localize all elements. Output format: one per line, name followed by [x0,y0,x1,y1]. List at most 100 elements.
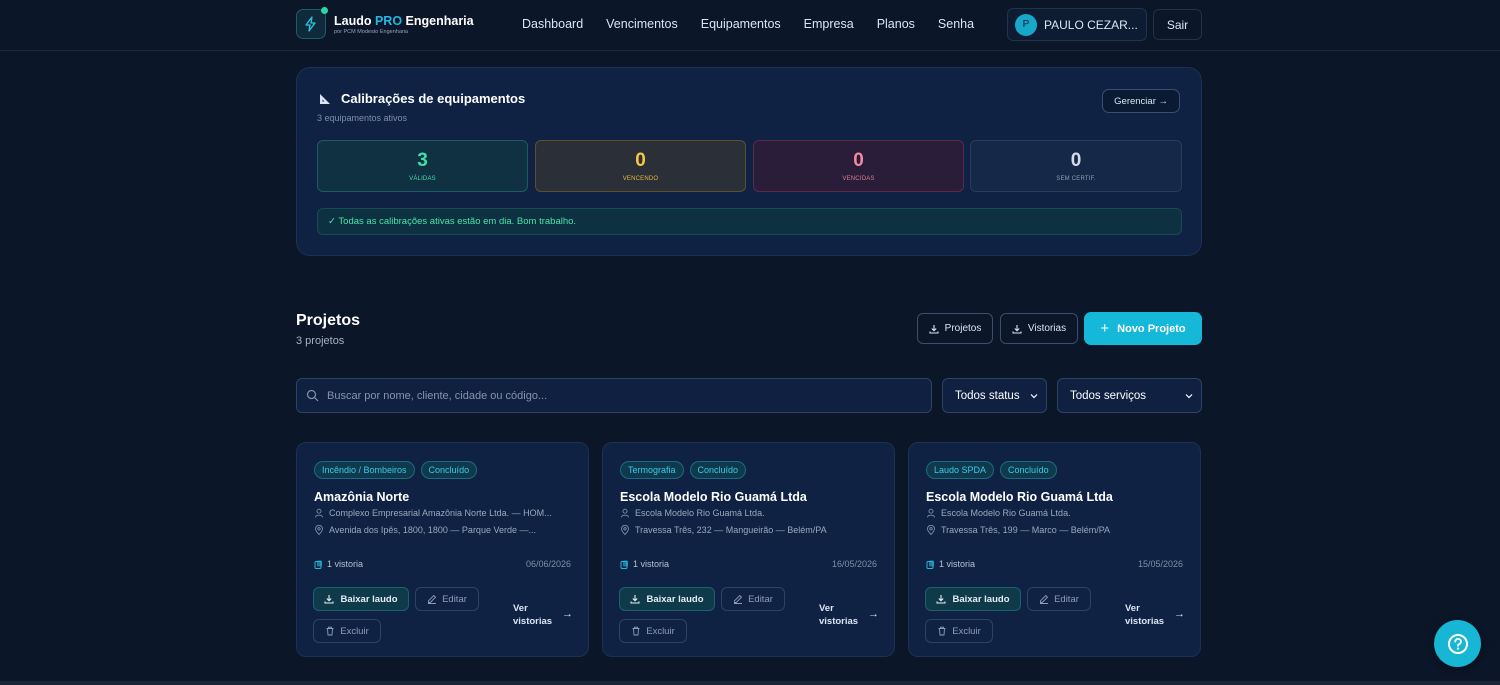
download-report-button[interactable]: Baixar laudo [313,587,409,611]
project-client: Complexo Empresarial Amazônia Norte Ltda… [314,508,574,518]
stat-no-cert: 0 SEM CERTIF. [970,140,1182,192]
nav-vencimentos[interactable]: Vencimentos [606,17,678,31]
arrow-right-icon: → [868,608,879,620]
search-box [296,378,932,413]
edit-icon [1040,594,1049,604]
brand-title: Laudo PRO Engenharia [334,13,474,28]
user-menu[interactable]: P PAULO CEZAR... [1007,8,1147,41]
project-card[interactable]: Incêndio / Bombeiros Concluído Amazônia … [296,442,589,657]
chevron-down-icon [1030,393,1038,398]
status-badge: Concluído [1000,461,1057,479]
stat-no-cert-value: 0 [1070,150,1082,171]
search-icon [306,389,319,402]
service-filter-select[interactable]: Todos serviços [1057,378,1202,413]
service-tag: Termografia [620,461,684,479]
map-pin-icon [315,525,323,535]
clipboard-icon [314,560,322,569]
view-inspections-link[interactable]: Ver vistorias → [513,602,575,628]
help-button[interactable] [1434,620,1481,667]
project-card[interactable]: Termografia Concluído Escola Modelo Rio … [602,442,895,657]
stat-valid-value: 3 [417,150,428,171]
brand[interactable]: Laudo PRO Engenharia por PCM Modesto Eng… [296,7,474,39]
project-card[interactable]: Laudo SPDA Concluído Escola Modelo Rio G… [908,442,1201,657]
trash-icon [938,626,946,636]
trash-icon [326,626,334,636]
stat-overdue: 0 VENCIDAS [753,140,964,192]
view-inspections-link[interactable]: Ver vistorias → [1125,602,1187,628]
top-navbar: Laudo PRO Engenharia por PCM Modesto Eng… [0,0,1500,51]
user-icon [315,508,323,518]
project-title: Escola Modelo Rio Guamá Ltda [620,490,807,504]
download-icon [324,595,335,604]
download-icon [630,595,641,604]
projects-count: 3 projetos [296,335,345,347]
stat-due-label: VENCENDO [622,176,659,182]
service-filter-value: Todos serviços [1070,389,1147,402]
inspection-count: 1 vistoria [314,559,363,569]
calibration-panel: Calibrações de equipamentos 3 equipament… [296,67,1202,256]
clipboard-icon [926,560,934,569]
stat-valid-label: VÁLIDAS [409,176,436,182]
user-icon [927,508,935,518]
arrow-right-icon: → [1174,608,1185,620]
nav-dashboard[interactable]: Dashboard [522,17,583,31]
project-date: 16/05/2026 [831,559,877,569]
bottom-edge [0,681,1500,685]
export-projects-button[interactable]: Projetos [917,313,993,344]
user-name: PAULO CEZAR... [1044,17,1138,32]
edit-button[interactable]: Editar [1027,587,1091,611]
project-date: 06/06/2026 [525,559,571,569]
project-address: Avenida dos Ipês, 1800, 1800 — Parque Ve… [314,525,574,535]
project-title: Amazônia Norte [314,490,410,504]
nav-empresa[interactable]: Empresa [804,17,854,31]
lightning-logo-icon [296,7,328,39]
clipboard-icon [620,560,628,569]
help-question-icon [1447,633,1468,654]
export-inspections-label: Vistorias [1027,323,1067,334]
nav-equipamentos[interactable]: Equipamentos [701,17,781,31]
projects-title: Projetos [296,312,361,329]
delete-button[interactable]: Excluir [313,619,381,643]
edit-button[interactable]: Editar [721,587,785,611]
trash-icon [632,626,640,636]
map-pin-icon [927,525,935,535]
calibration-title: Calibrações de equipamentos [341,91,526,106]
stat-due: 0 VENCENDO [535,140,746,192]
nav-planos[interactable]: Planos [877,17,915,31]
stat-overdue-label: VENCIDAS [842,176,875,182]
new-project-button[interactable]: + Novo Projeto [1084,312,1202,345]
export-inspections-button[interactable]: Vistorias [1000,313,1078,344]
stat-due-value: 0 [635,150,646,171]
download-icon [1012,324,1022,334]
status-badge: Concluído [420,461,478,479]
status-dot [321,7,328,14]
search-input[interactable] [327,389,907,402]
delete-button[interactable]: Excluir [619,619,687,643]
stat-valid: 3 VÁLIDAS [317,140,528,192]
download-icon [929,324,939,334]
project-client: Escola Modelo Rio Guamá Ltda. [926,508,1186,518]
logout-button[interactable]: Sair [1153,9,1202,40]
delete-button[interactable]: Excluir [925,619,993,643]
new-project-label: Novo Projeto [1117,322,1186,335]
calibration-heading: Calibrações de equipamentos [318,91,525,106]
brand-subtitle: por PCM Modesto Engenharia [334,28,408,35]
download-report-button[interactable]: Baixar laudo [925,587,1021,611]
user-icon [621,508,629,518]
export-projects-label: Projetos [944,323,982,334]
edit-icon [734,594,743,604]
status-filter-select[interactable]: Todos status [942,378,1047,413]
status-filter-value: Todos status [955,389,1020,402]
view-inspections-link[interactable]: Ver vistorias → [819,602,881,628]
nav-senha[interactable]: Senha [938,17,974,31]
edit-button[interactable]: Editar [415,587,479,611]
arrow-right-icon: → [562,608,573,620]
download-report-button[interactable]: Baixar laudo [619,587,715,611]
map-pin-icon [621,525,629,535]
project-date: 15/05/2026 [1137,559,1183,569]
status-badge: Concluído [689,461,747,479]
inspection-count: 1 vistoria [926,559,975,569]
service-tag: Incêndio / Bombeiros [314,461,415,479]
stat-no-cert-label: SEM CERTIF. [1056,176,1096,182]
manage-button[interactable]: Gerenciar → [1102,89,1180,113]
